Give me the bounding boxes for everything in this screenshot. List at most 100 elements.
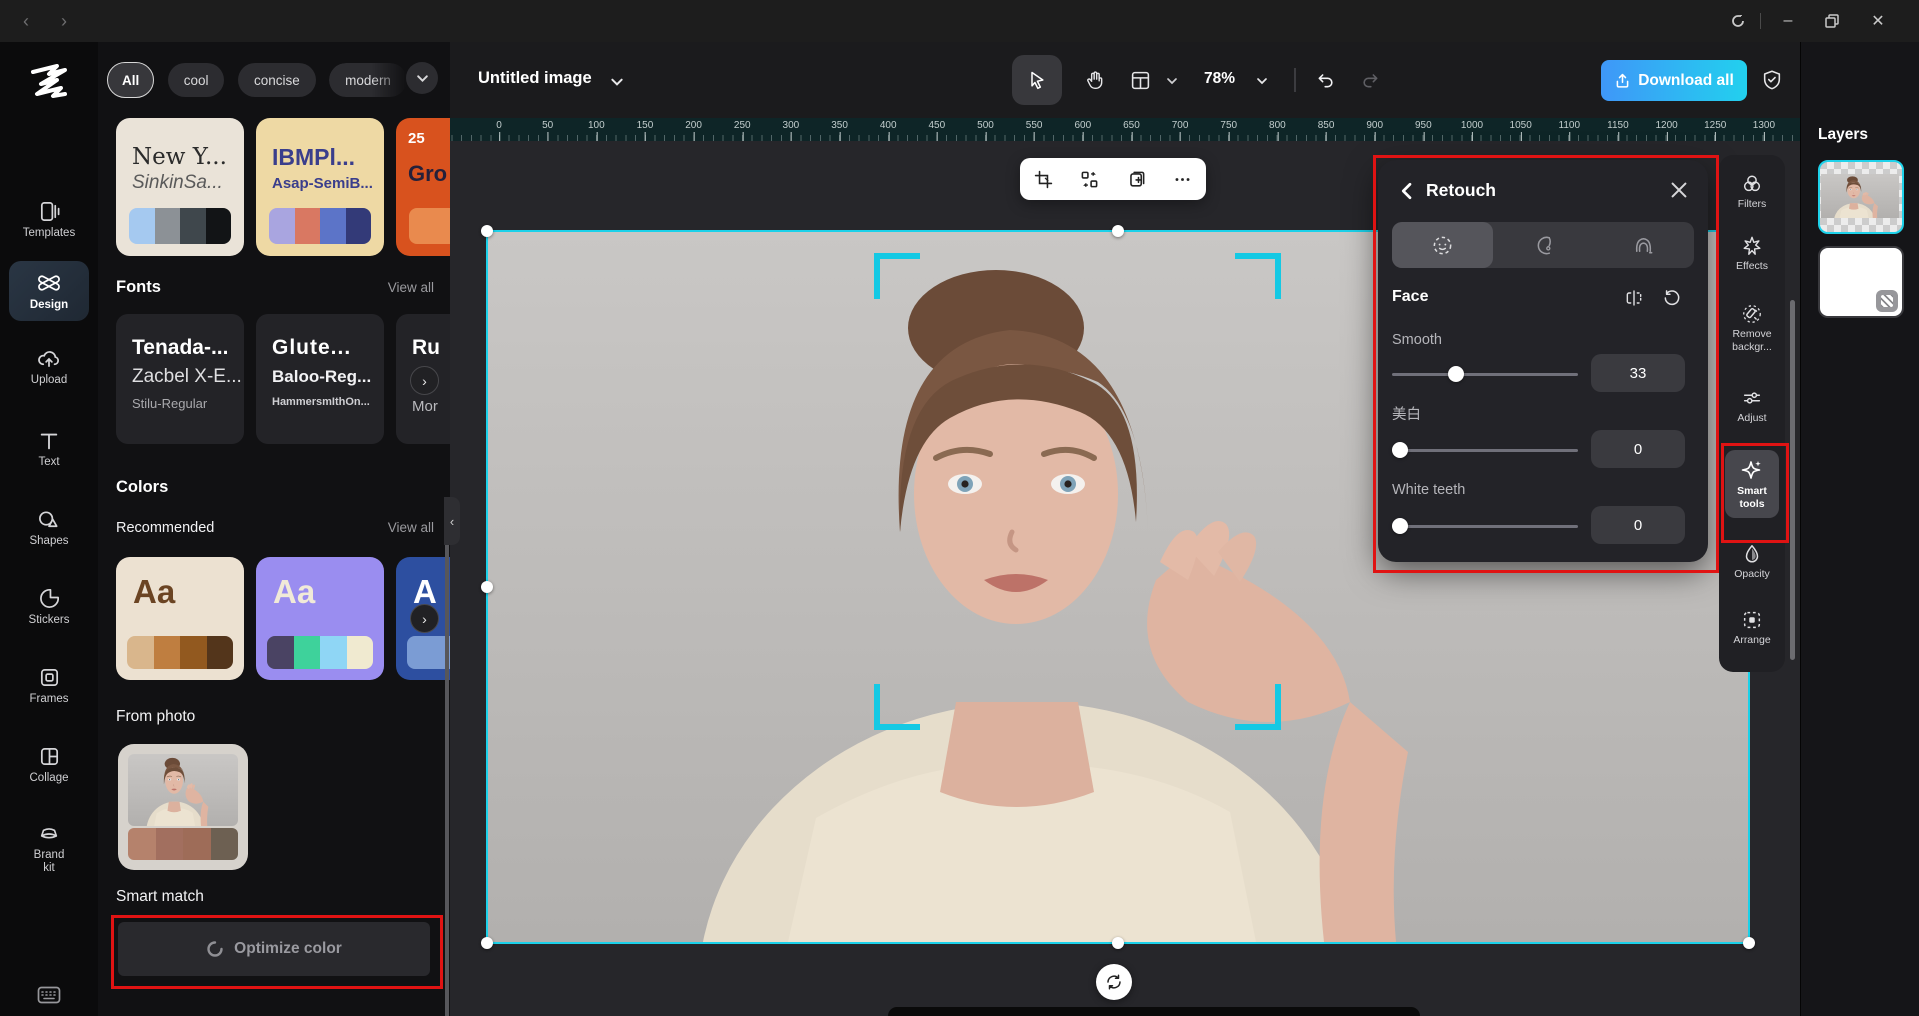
- reset-icon[interactable]: [1662, 288, 1682, 308]
- chip-concise[interactable]: concise: [238, 63, 316, 97]
- sidebar-item-text[interactable]: Text: [0, 430, 98, 469]
- sidebar-item-brand-kit[interactable]: Brand kit: [0, 823, 98, 875]
- resize-handle-s[interactable]: [1112, 937, 1124, 949]
- close-button[interactable]: ✕: [1864, 8, 1892, 34]
- panel-scrollbar[interactable]: [445, 500, 449, 1016]
- white-teeth-slider[interactable]: [1392, 518, 1578, 534]
- opacity-button[interactable]: Opacity: [1719, 543, 1785, 581]
- whitening-value[interactable]: 0: [1591, 430, 1685, 468]
- minimize-button[interactable]: –: [1774, 8, 1802, 34]
- crop-icon[interactable]: [1034, 170, 1053, 189]
- whitening-slider[interactable]: [1392, 442, 1578, 458]
- cursor-icon: [1027, 70, 1047, 90]
- doc-title-chevron-icon[interactable]: [610, 75, 624, 89]
- shortcuts-button[interactable]: [0, 986, 98, 1008]
- tab-body[interactable]: [1593, 222, 1694, 268]
- spinner-icon: [206, 940, 224, 958]
- resize-handle-sw[interactable]: [481, 937, 493, 949]
- ruler-tick: 150: [637, 120, 654, 131]
- chip-modern[interactable]: modern: [329, 63, 407, 97]
- resize-handle-n[interactable]: [1112, 225, 1124, 237]
- panel-collapse-handle[interactable]: ‹: [444, 497, 460, 545]
- hand-tool-button[interactable]: [1070, 55, 1120, 105]
- more-icon[interactable]: [1173, 170, 1192, 189]
- sidebar-item-stickers[interactable]: Stickers: [0, 587, 98, 627]
- template-card[interactable]: IBMPl... Asap-SemiB...: [256, 118, 384, 256]
- layer-thumbnail-photo[interactable]: [1818, 160, 1904, 234]
- color-card[interactable]: Aa: [256, 557, 384, 680]
- filters-icon: [1741, 173, 1763, 195]
- adjust-button[interactable]: Adjust: [1719, 387, 1785, 425]
- back-icon[interactable]: [1398, 182, 1416, 200]
- white-teeth-value[interactable]: 0: [1591, 506, 1685, 544]
- refresh-button[interactable]: [1724, 8, 1752, 34]
- restore-button[interactable]: [1818, 8, 1846, 34]
- colors-view-all[interactable]: View all: [388, 520, 434, 535]
- layout-chevron-icon[interactable]: [1166, 75, 1178, 87]
- ruler-tick: 750: [1220, 120, 1237, 131]
- resize-handle-w[interactable]: [481, 581, 493, 593]
- close-icon[interactable]: [1670, 181, 1688, 199]
- smooth-value[interactable]: 33: [1591, 354, 1685, 392]
- download-all-button[interactable]: Download all: [1601, 60, 1747, 101]
- hand-icon: [1085, 70, 1105, 90]
- font-card[interactable]: Tenada-... Zacbel X-E... Stilu-Regular: [116, 314, 244, 444]
- resize-handle-se[interactable]: [1743, 937, 1755, 949]
- template-subtitle: Asap-SemiB...: [272, 175, 384, 192]
- nav-back-button[interactable]: ‹: [14, 9, 38, 33]
- font-card[interactable]: Glute... Baloo-Reg... HammersmIthOn...: [256, 314, 384, 444]
- template-card[interactable]: New Y... SinkinSa...: [116, 118, 244, 256]
- compare-icon[interactable]: [1624, 288, 1644, 308]
- remove-background-button[interactable]: Remove backgr...: [1719, 303, 1785, 353]
- chips-expand-button[interactable]: [406, 62, 438, 94]
- ruler-tick: 450: [929, 120, 946, 131]
- sidebar-item-templates[interactable]: Templates: [0, 200, 98, 240]
- sidebar-item-upload[interactable]: Upload: [0, 347, 98, 387]
- template-title: IBMPl...: [272, 144, 384, 171]
- arrange-button[interactable]: Arrange: [1719, 609, 1785, 647]
- duplicate-icon[interactable]: [1127, 170, 1146, 189]
- nav-forward-button[interactable]: ›: [52, 9, 76, 33]
- select-tool-button[interactable]: [1012, 55, 1062, 105]
- slider-knob[interactable]: [1448, 366, 1464, 382]
- canvas-scrollbar[interactable]: [1790, 300, 1795, 660]
- fonts-next-button[interactable]: ›: [410, 366, 439, 395]
- from-photo-card[interactable]: [118, 744, 248, 870]
- effects-button[interactable]: Effects: [1719, 235, 1785, 273]
- layers-heading: Layers: [1818, 126, 1868, 144]
- sidebar-item-design[interactable]: Design: [9, 261, 89, 321]
- refresh-icon: [1730, 13, 1746, 29]
- tab-reshape[interactable]: [1493, 222, 1594, 268]
- ruler-tick: 500: [977, 120, 994, 131]
- smart-tools-button[interactable]: Smart tools: [1725, 450, 1779, 518]
- smooth-slider[interactable]: [1392, 366, 1578, 382]
- safety-button[interactable]: [1752, 55, 1792, 105]
- redo-icon: [1360, 70, 1380, 90]
- colors-next-button[interactable]: ›: [410, 604, 439, 633]
- fonts-view-all[interactable]: View all: [388, 280, 434, 295]
- undo-button[interactable]: [1306, 55, 1346, 105]
- zoom-level[interactable]: 78%: [1204, 70, 1235, 88]
- color-card[interactable]: Aa: [116, 557, 244, 680]
- replace-icon[interactable]: [1080, 170, 1099, 189]
- resize-handle-nw[interactable]: [481, 225, 493, 237]
- palette-strip: [407, 636, 450, 669]
- filters-button[interactable]: Filters: [1719, 173, 1785, 211]
- sidebar-item-collage[interactable]: Collage: [0, 745, 98, 785]
- layout-tool-button[interactable]: [1118, 55, 1162, 105]
- tab-face[interactable]: [1392, 222, 1493, 268]
- sidebar-item-frames[interactable]: Frames: [0, 666, 98, 706]
- chip-all[interactable]: All: [107, 62, 154, 98]
- zoom-chevron-icon[interactable]: [1256, 75, 1268, 87]
- chip-cool[interactable]: cool: [168, 63, 225, 97]
- slider-knob[interactable]: [1392, 518, 1408, 534]
- template-card[interactable]: 25 Gro: [396, 118, 450, 256]
- sidebar-item-shapes[interactable]: Shapes: [0, 508, 98, 548]
- redo-button[interactable]: [1350, 55, 1390, 105]
- slider-knob[interactable]: [1392, 442, 1408, 458]
- ruler-tick: 1250: [1704, 120, 1726, 131]
- rotate-button[interactable]: [1096, 964, 1132, 1000]
- document-title[interactable]: Untitled image: [478, 69, 592, 88]
- layer-thumbnail-background[interactable]: [1818, 246, 1904, 318]
- optimize-color-button[interactable]: Optimize color: [118, 922, 430, 976]
